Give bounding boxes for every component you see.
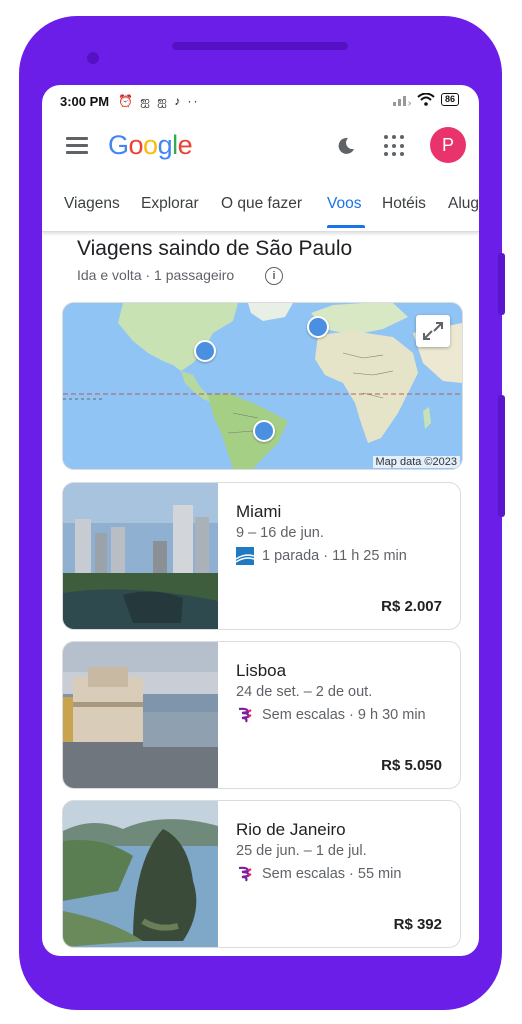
- tab-voos[interactable]: Voos: [327, 195, 361, 213]
- battery-icon: 86: [440, 93, 459, 106]
- account-avatar[interactable]: P: [430, 127, 466, 163]
- destination-card-miami[interactable]: Miami 9 – 16 de jun. 1 parada · 11 h 25 …: [62, 482, 461, 630]
- latam-icon: [238, 866, 252, 882]
- expand-icon: [423, 322, 443, 340]
- google-logo[interactable]: Google: [108, 130, 193, 161]
- destination-card-lisboa[interactable]: Lisboa 24 de set. – 2 de out. Sem escala…: [62, 641, 461, 789]
- rio-photo: [63, 801, 218, 947]
- wifi-icon: [417, 93, 435, 106]
- card-city: Rio de Janeiro: [236, 820, 346, 839]
- volume-button: [498, 253, 505, 315]
- menu-icon[interactable]: [66, 137, 88, 158]
- page-title: Viagens saindo de São Paulo: [77, 237, 353, 260]
- airline-stripes-icon: [236, 547, 254, 565]
- top-app-bar: Google P: [42, 117, 479, 175]
- active-tab-indicator: [327, 225, 365, 228]
- trip-subtitle: Ida e volta · 1 passageiro: [77, 267, 235, 283]
- destination-card-rio-de-janeiro[interactable]: Rio de Janeiro 25 de jun. – 1 de jul. Se…: [62, 800, 461, 948]
- tab-aluguel[interactable]: Alug: [448, 195, 479, 213]
- tab-explorar[interactable]: Explorar: [141, 195, 199, 213]
- map-pin-sao-paulo[interactable]: [253, 420, 275, 442]
- card-city: Lisboa: [236, 661, 287, 680]
- card-flight-info: 1 parada · 11 h 25 min: [262, 548, 407, 564]
- svg-text:×: ×: [407, 99, 411, 106]
- card-price: R$ 5.050: [381, 757, 442, 774]
- card-dates: 9 – 16 de jun.: [236, 525, 324, 541]
- tab-viagens[interactable]: Viagens: [64, 195, 120, 213]
- speaker-grille: [172, 42, 348, 50]
- map-background: [63, 303, 462, 469]
- screen: 3:00 PM ⏰ ஐ ஐ ♪ ·· × 86 Google P Viagens…: [42, 85, 479, 956]
- destinations-map[interactable]: Map data ©2023: [62, 302, 463, 470]
- tab-hoteis[interactable]: Hotéis: [382, 195, 426, 213]
- card-dates: 24 de set. – 2 de out.: [236, 684, 373, 700]
- card-city: Miami: [236, 502, 282, 521]
- expand-map-button[interactable]: [416, 315, 450, 347]
- map-pin-miami[interactable]: [194, 340, 216, 362]
- apps-grid-icon[interactable]: [384, 135, 406, 157]
- lisboa-photo: [63, 642, 218, 788]
- miami-photo: [63, 483, 218, 629]
- card-dates: 25 de jun. – 1 de jul.: [236, 843, 367, 859]
- status-bar: 3:00 PM ⏰ ஐ ஐ ♪ ·· × 86: [42, 85, 479, 117]
- card-price: R$ 392: [393, 916, 442, 933]
- notification-icons: ⏰ ஐ ஐ ♪ ··: [118, 94, 200, 108]
- info-icon[interactable]: i: [265, 267, 283, 285]
- map-credit: Map data ©2023: [372, 456, 460, 468]
- dark-mode-icon[interactable]: [334, 134, 358, 158]
- card-price: R$ 2.007: [381, 598, 442, 615]
- front-camera: [87, 52, 99, 64]
- card-flight-info: Sem escalas · 9 h 30 min: [262, 707, 426, 723]
- signal-icon: ×: [392, 95, 411, 106]
- latam-icon: [238, 707, 252, 723]
- tab-o-que-fazer[interactable]: O que fazer: [221, 195, 302, 213]
- power-button: [498, 395, 505, 517]
- status-time: 3:00 PM: [60, 94, 110, 109]
- card-flight-info: Sem escalas · 55 min: [262, 866, 402, 882]
- map-pin-lisboa[interactable]: [307, 316, 329, 338]
- category-tabs: Viagens Explorar O que fazer Voos Hotéis…: [42, 187, 479, 232]
